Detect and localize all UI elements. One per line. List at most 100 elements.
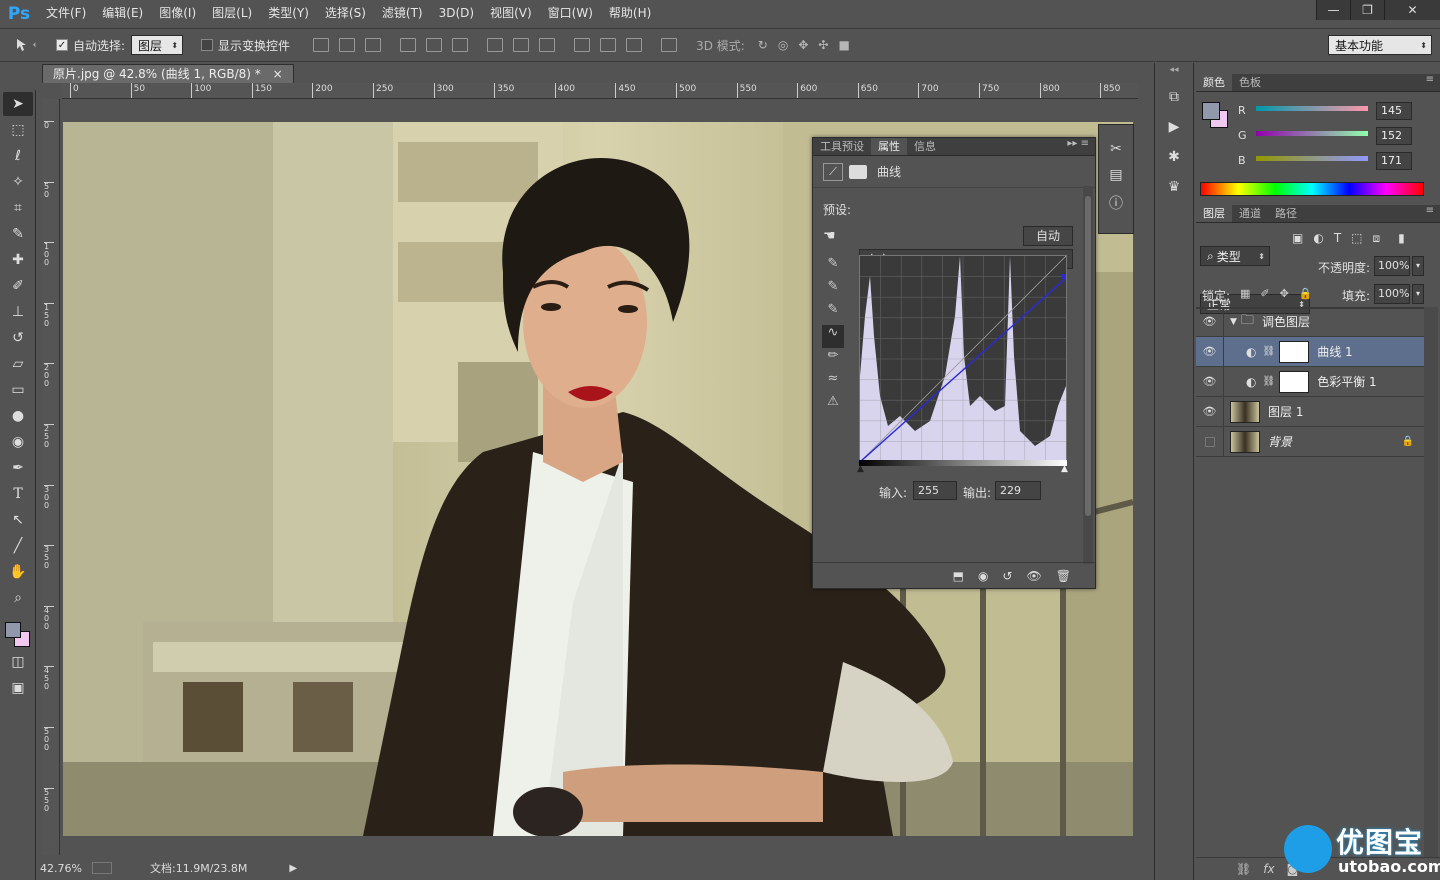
tab-color[interactable]: 颜色	[1196, 74, 1232, 91]
properties-scrollbar[interactable]	[1083, 186, 1093, 564]
color-panel-menu-icon[interactable]: ≡	[1420, 74, 1440, 91]
tab-channels[interactable]: 通道	[1232, 205, 1268, 222]
filter-pixel-icon[interactable]: ▣	[1292, 231, 1303, 246]
distribute-top-icon[interactable]	[487, 38, 504, 52]
align-right-icon[interactable]	[452, 38, 469, 52]
panel-collapse-icon[interactable]: ▸▸ ≡	[1061, 138, 1095, 155]
fill-field[interactable]: 100%	[1374, 284, 1410, 304]
b-value-field[interactable]: 171	[1376, 152, 1412, 170]
move-tool-preset-icon[interactable]	[0, 37, 56, 53]
3d-scale-icon[interactable]: ■	[838, 38, 849, 52]
layers-panel-menu-icon[interactable]: ≡	[1420, 205, 1440, 222]
menu-select[interactable]: 选择(S)	[317, 0, 374, 27]
output-value-field[interactable]: 229	[995, 481, 1041, 500]
link-layers-icon[interactable]: ⛓	[1236, 862, 1251, 876]
align-bottom-icon[interactable]	[365, 38, 382, 52]
mask-icon[interactable]	[849, 164, 867, 179]
delete-adjustment-icon[interactable]: 🗑	[1056, 569, 1071, 583]
auto-select-checkbox[interactable]: ✓	[56, 39, 68, 51]
filter-adjustment-icon[interactable]: ◐	[1313, 231, 1323, 246]
layer-filter-dropdown[interactable]: ⌕ 类型 ⬍	[1200, 246, 1270, 266]
tab-paths[interactable]: 路径	[1268, 205, 1304, 222]
layer-mask-thumbnail[interactable]	[1279, 370, 1310, 393]
3d-slide-icon[interactable]: ✣	[818, 38, 828, 52]
mask-link-icon[interactable]: ⛓	[1262, 376, 1275, 387]
restore-button[interactable]: ❐	[1350, 0, 1384, 20]
r-slider[interactable]	[1256, 106, 1368, 111]
distribute-vcenter-icon[interactable]	[513, 38, 530, 52]
clone-source-icon[interactable]: ♛	[1168, 179, 1181, 195]
line-tool-icon[interactable]: ╱	[3, 534, 33, 558]
distribute-left-icon[interactable]	[574, 38, 591, 52]
filter-smart-object-icon[interactable]: ⧈	[1373, 231, 1381, 246]
layer-visibility-off-icon[interactable]	[1196, 426, 1224, 457]
gradient-tool-icon[interactable]: ▭	[3, 378, 33, 402]
menu-edit[interactable]: 编辑(E)	[94, 0, 151, 27]
tab-properties[interactable]: 属性	[871, 138, 907, 155]
actions-play-icon[interactable]: ▶	[1169, 119, 1180, 135]
white-point-eyedropper-icon[interactable]: ✎	[828, 302, 839, 325]
hand-tool-icon[interactable]: ✋	[3, 560, 33, 584]
layer-visibility-icon[interactable]: 👁	[1196, 306, 1224, 337]
align-top-icon[interactable]	[313, 38, 330, 52]
menu-help[interactable]: 帮助(H)	[601, 0, 659, 27]
blur-tool-icon[interactable]: ●	[3, 404, 33, 428]
distribute-hcenter-icon[interactable]	[600, 38, 617, 52]
layer-row-color-balance[interactable]: 👁 ◐ ⛓ 色彩平衡 1	[1196, 366, 1424, 397]
menu-layer[interactable]: 图层(L)	[204, 0, 260, 27]
layers-scrollbar[interactable]	[1424, 307, 1438, 857]
align-vcenter-icon[interactable]	[339, 38, 356, 52]
eyedropper-tool-icon[interactable]: ✎	[3, 222, 33, 246]
opacity-arrow-icon[interactable]: ▾	[1412, 256, 1424, 276]
document-close-icon[interactable]: ×	[273, 67, 283, 81]
brush-settings-icon[interactable]: ✱	[1168, 149, 1180, 165]
clone-stamp-tool-icon[interactable]: ⊥	[3, 300, 33, 324]
history-brush-tool-icon[interactable]: ↺	[3, 326, 33, 350]
layer-row-curves[interactable]: 👁 ◐ ⛓ 曲线 1	[1196, 336, 1424, 367]
distribute-right-icon[interactable]	[626, 38, 643, 52]
history-icon[interactable]: ⧉	[1169, 89, 1179, 105]
3d-rotate-icon[interactable]: ↻	[758, 38, 768, 52]
pencil-draw-icon[interactable]: ✏	[828, 348, 839, 371]
path-selection-tool-icon[interactable]: ↖	[3, 508, 33, 532]
tab-info[interactable]: 信息	[907, 138, 943, 155]
gray-point-eyedropper-icon[interactable]: ✎	[828, 279, 839, 302]
close-button[interactable]: ✕	[1384, 0, 1440, 20]
r-value-field[interactable]: 145	[1376, 102, 1412, 120]
info-icon[interactable]: ⓘ	[1109, 193, 1123, 213]
menu-file[interactable]: 文件(F)	[38, 0, 94, 27]
input-value-field[interactable]: 255	[913, 481, 957, 500]
menu-type[interactable]: 类型(Y)	[260, 0, 317, 27]
curves-graph[interactable]	[859, 255, 1067, 463]
b-slider[interactable]	[1256, 156, 1368, 161]
layer-visibility-icon[interactable]: 👁	[1196, 336, 1224, 367]
group-expand-icon[interactable]: ▼	[1230, 317, 1237, 327]
tab-layers[interactable]: 图层	[1196, 205, 1232, 222]
layer-thumbnail[interactable]	[1230, 400, 1260, 423]
3d-roll-icon[interactable]: ◎	[778, 38, 788, 52]
fill-arrow-icon[interactable]: ▾	[1412, 284, 1424, 304]
align-left-icon[interactable]	[400, 38, 417, 52]
curve-edit-icon[interactable]: ∿	[822, 325, 844, 348]
view-previous-state-icon[interactable]: ◉	[978, 569, 988, 583]
lock-transparent-icon[interactable]: ▦	[1240, 287, 1250, 300]
menu-3d[interactable]: 3D(D)	[431, 0, 482, 27]
layer-mask-thumbnail[interactable]	[1279, 340, 1310, 363]
lasso-tool-icon[interactable]: ℓ	[3, 144, 33, 168]
layer-visibility-icon[interactable]: 👁	[1196, 396, 1224, 427]
brush-tool-icon[interactable]: ✐	[3, 274, 33, 298]
strip-collapse-icon[interactable]: ◂◂	[1155, 65, 1193, 75]
filter-toggle-icon[interactable]: ▮	[1398, 231, 1405, 246]
filter-shape-icon[interactable]: ⬚	[1351, 231, 1362, 246]
pen-tool-icon[interactable]: ✒	[3, 456, 33, 480]
curves-adjustment-icon[interactable]: ⟋	[823, 162, 843, 181]
black-input-slider-icon[interactable]: ▲	[857, 464, 864, 474]
status-preview-icon[interactable]	[92, 862, 112, 874]
menu-image[interactable]: 图像(I)	[151, 0, 204, 27]
move-tool-icon[interactable]: ➤	[3, 92, 33, 116]
target-adjust-hand-icon[interactable]: ☚	[823, 228, 836, 244]
layer-row-group[interactable]: 👁 ▼ 🗀 调色图层	[1196, 306, 1424, 337]
layer-thumbnail[interactable]	[1230, 430, 1260, 453]
document-tab[interactable]: 原片.jpg @ 42.8% (曲线 1, RGB/8) * ×	[42, 64, 294, 83]
workspace-dropdown[interactable]: 基本功能 ⬍	[1328, 35, 1432, 55]
